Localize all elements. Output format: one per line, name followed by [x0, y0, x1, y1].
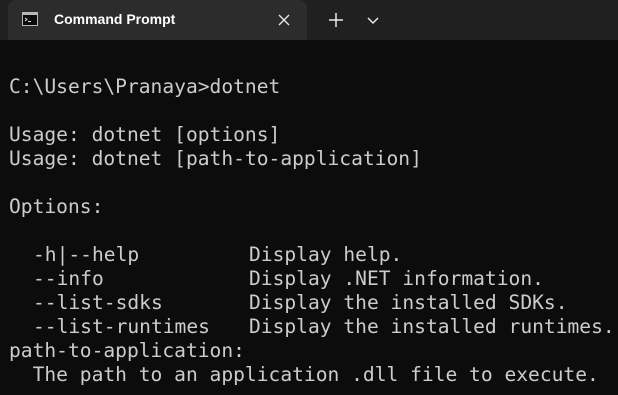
title-bar: Command Prompt	[0, 0, 618, 40]
prompt-line: C:\Users\Pranaya>dotnet	[9, 75, 281, 98]
tab-title: Command Prompt	[54, 11, 176, 27]
options-header: Options:	[9, 195, 104, 218]
cmd-icon	[22, 12, 38, 26]
terminal-window: Command Prompt C:\Users\Pranaya>dotnet U…	[0, 0, 618, 395]
tab-command-prompt[interactable]: Command Prompt	[8, 0, 307, 40]
usage-line: Usage: dotnet [path-to-application]	[9, 147, 422, 170]
terminal-output[interactable]: C:\Users\Pranaya>dotnet Usage: dotnet [o…	[0, 40, 618, 395]
path-description: The path to an application .dll file to …	[9, 363, 599, 386]
option-flag: --list-runtimes	[33, 315, 210, 338]
path-header: path-to-application:	[9, 339, 245, 362]
close-icon[interactable]	[274, 10, 294, 30]
chevron-down-icon[interactable]	[361, 8, 385, 32]
option-description: Display the installed runtimes.	[249, 315, 615, 338]
usage-line: Usage: dotnet [options]	[9, 123, 281, 146]
plus-icon[interactable]	[324, 8, 348, 32]
